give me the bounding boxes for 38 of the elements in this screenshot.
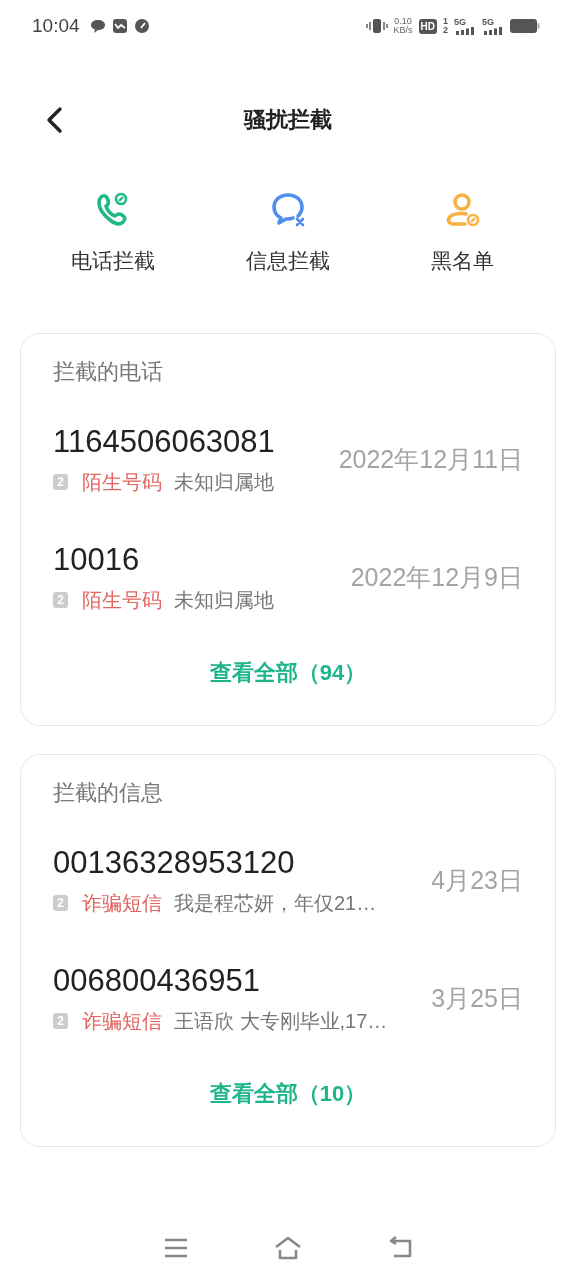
- phone-number: 006800436951: [53, 962, 261, 1000]
- section-title: 拦截的电话: [53, 358, 164, 386]
- item-detail: 未知归属地: [174, 470, 274, 495]
- block-tag: 陌生号码: [82, 585, 162, 615]
- signal-icon: [482, 26, 504, 35]
- vibrate-icon: [365, 18, 388, 34]
- section-title: 拦截的信息: [53, 779, 164, 807]
- item-detail: 未知归属地: [174, 588, 274, 613]
- home-icon[interactable]: [273, 1235, 303, 1261]
- item-date: 2022年12月9日: [350, 562, 523, 593]
- status-time: 10:04: [32, 15, 80, 37]
- shortcut-label[interactable]: 信息拦截: [246, 246, 330, 276]
- page-title: 骚扰拦截: [244, 106, 332, 134]
- item-date: 4月23日: [431, 865, 523, 896]
- item-detail: 我是程芯妍，年仅21…: [174, 891, 377, 916]
- shortcut-label[interactable]: 黑名单: [431, 246, 495, 276]
- network-type: 5G: [482, 17, 495, 27]
- hd-badge: HD: [418, 18, 437, 34]
- phone-number: 00136328953120: [53, 844, 296, 882]
- signal-icon: [454, 26, 476, 35]
- network-speed-unit: KB/s: [393, 26, 413, 35]
- battery-icon: [510, 19, 540, 33]
- image-notification-icon: [111, 18, 128, 34]
- item-date: 3月25日: [431, 983, 523, 1014]
- item-detail: 王语欣 大专刚毕业,17…: [174, 1009, 388, 1034]
- phone-number: 1164506063081: [53, 423, 276, 461]
- block-tag: 诈骗短信: [82, 1006, 162, 1036]
- chat-notification-icon: [89, 18, 106, 34]
- phone-number: 10016: [53, 541, 141, 579]
- block-tag: 陌生号码: [82, 467, 162, 497]
- block-tag: 诈骗短信: [82, 888, 162, 918]
- network-speed-value: 0.10: [394, 17, 412, 26]
- shortcut-label[interactable]: 电话拦截: [71, 246, 156, 276]
- sim-slot-number: 1: [443, 17, 448, 26]
- gauge-notification-icon: [133, 18, 150, 34]
- network-type: 5G: [454, 17, 467, 27]
- sim-slot-number: 2: [443, 26, 448, 35]
- item-date: 2022年12月11日: [338, 444, 523, 475]
